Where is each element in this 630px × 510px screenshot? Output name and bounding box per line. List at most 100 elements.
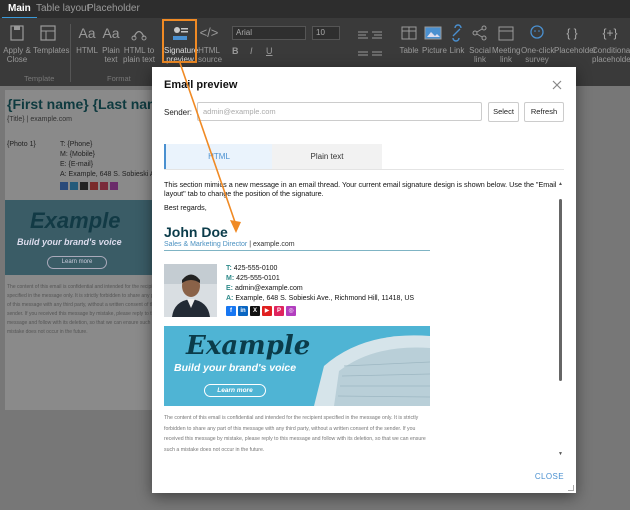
conditional-braces-icon: {+}: [602, 26, 618, 40]
preview-mobile: 425-555-0101: [236, 275, 280, 282]
instagram-icon[interactable]: ◎: [286, 306, 296, 316]
plain-text-mode-button[interactable]: Aa Plain text: [100, 22, 122, 64]
editor-signature-canvas: {First name} {Last name} {Title} | examp…: [5, 90, 247, 410]
bold-button[interactable]: B: [232, 46, 239, 56]
youtube-icon[interactable]: ▶: [262, 306, 272, 316]
bg-social-pinterest-icon: [100, 182, 108, 190]
bg-banner-tagline: Build your brand's voice: [17, 237, 122, 247]
tab-html[interactable]: HTML: [164, 144, 272, 169]
bg-social-facebook-icon: [60, 182, 68, 190]
preview-mobile-row: M: 425-555-0101: [226, 275, 280, 282]
bg-name-placeholder: {First name} {Last name}: [7, 96, 173, 112]
bg-disclaimer: The content of this email is confidentia…: [7, 284, 160, 335]
braces-icon: { }: [566, 26, 578, 40]
italic-button[interactable]: I: [250, 46, 253, 56]
conditional-placeholder-button[interactable]: {+} Conditional placeholder: [592, 22, 630, 64]
apply-close-button[interactable]: Apply & Close: [3, 22, 31, 64]
preview-title-line: Sales & Marketing Director | example.com: [164, 241, 430, 251]
calendar-icon: [492, 22, 520, 44]
bg-banner-image: Example Build your brand's voice Learn m…: [5, 200, 165, 275]
preview-mobile-label: M:: [226, 275, 235, 282]
close-button[interactable]: CLOSE: [535, 472, 564, 481]
close-icon[interactable]: [550, 78, 564, 92]
scroll-down-icon[interactable]: ▼: [558, 451, 563, 457]
meeting-link-button[interactable]: Meeting link: [492, 22, 520, 64]
bg-social-youtube-icon: [90, 182, 98, 190]
scrollbar-thumb[interactable]: [559, 199, 562, 381]
scroll-up-icon[interactable]: ▲: [558, 181, 563, 187]
preview-banner-image[interactable]: Example Build your brand's voice Learn m…: [164, 326, 430, 406]
picture-icon: [422, 22, 444, 44]
resize-handle-icon[interactable]: [568, 485, 574, 491]
linkedin-icon[interactable]: in: [238, 306, 248, 316]
table-icon: [398, 22, 420, 44]
sender-input[interactable]: [197, 102, 482, 121]
link-label: Link: [449, 46, 465, 55]
group-template-label: Template: [24, 74, 55, 83]
picture-label: Picture: [422, 46, 447, 55]
social-link-button[interactable]: Social link: [468, 22, 492, 64]
bg-social-x-icon: [80, 182, 88, 190]
preview-email: admin@example.com: [234, 285, 303, 292]
bg-photo-placeholder: {Photo 1}: [7, 141, 36, 148]
preview-address-row: A: Example, 648 S. Sobieski Ave., Richmo…: [226, 295, 414, 302]
html-to-plain-label: HTML to plain text: [123, 46, 156, 64]
html-mode-icon: Aa: [78, 25, 96, 41]
ribbon-divider: [70, 24, 71, 82]
facebook-icon[interactable]: f: [226, 306, 236, 316]
templates-label: Templates: [33, 46, 70, 55]
pinterest-icon[interactable]: P: [274, 306, 284, 316]
plain-text-label: Plain text: [102, 46, 120, 64]
ribbon-tab-bar: Main Table layout Placeholder: [0, 0, 630, 19]
bg-title-placeholder: {Title} | example.com: [7, 116, 72, 123]
social-link-label: Social link: [469, 46, 491, 64]
group-format-label: Format: [107, 74, 131, 83]
one-click-survey-button[interactable]: One-click survey: [521, 22, 554, 64]
preview-scrollbar[interactable]: ▲ ▼: [556, 181, 566, 457]
html-to-plain-button[interactable]: HTML to plain text: [123, 22, 155, 64]
plain-text-icon: Aa: [102, 25, 120, 41]
preview-intro-text: This section mimics a new message in an …: [164, 180, 557, 198]
code-icon: </>: [199, 25, 219, 40]
underline-button[interactable]: U: [266, 46, 273, 56]
preview-email-row: E: admin@example.com: [226, 285, 303, 292]
bg-social-linkedin-icon: [70, 182, 78, 190]
table-label: Table: [399, 46, 419, 55]
preview-disclaimer: The content of this email is confidentia…: [164, 415, 426, 453]
html-source-button[interactable]: </> HTML source: [198, 22, 223, 64]
placeholder-button[interactable]: { } Placeholder: [554, 22, 596, 55]
placeholder-label: Placeholder: [554, 46, 597, 55]
preview-phone-row: T: 425-555-0100: [226, 265, 277, 272]
link-icon: [446, 22, 468, 44]
email-preview-pane: This section mimics a new message in an …: [164, 177, 564, 460]
preview-name: John Doe: [164, 224, 228, 240]
preview-banner-button[interactable]: Learn more: [204, 384, 266, 397]
tab-plain-text[interactable]: Plain text: [272, 144, 382, 169]
font-size-select[interactable]: 10: [312, 26, 340, 40]
conditional-placeholder-label: Conditional placeholder: [592, 46, 630, 64]
tab-table-layout[interactable]: Table layout: [36, 0, 89, 18]
refresh-button[interactable]: Refresh: [524, 102, 564, 122]
link-button[interactable]: Link: [446, 22, 468, 55]
picture-button[interactable]: Picture: [422, 22, 447, 55]
email-preview-dialog: Email preview Sender: Select Refresh HTM…: [152, 67, 576, 493]
share-icon: [468, 22, 492, 44]
preview-regards: Best regards,: [164, 203, 207, 212]
signature-preview-highlight: [162, 19, 197, 63]
font-family-select[interactable]: Arial: [232, 26, 306, 40]
bg-mobile-placeholder: M: {Mobile}: [60, 151, 96, 158]
convert-icon: [123, 22, 155, 44]
tab-main[interactable]: Main: [2, 0, 37, 19]
html-mode-button[interactable]: Aa HTML: [76, 22, 98, 55]
dialog-title: Email preview: [164, 79, 238, 91]
select-button[interactable]: Select: [488, 102, 519, 122]
preview-avatar: [164, 264, 217, 317]
table-button[interactable]: Table: [398, 22, 420, 55]
preview-website: example.com: [252, 241, 295, 248]
tab-placeholder[interactable]: Placeholder: [87, 0, 140, 18]
save-icon: [3, 22, 31, 44]
html-source-label: HTML source: [198, 46, 223, 64]
bg-banner-brand: Example: [30, 208, 121, 233]
templates-button[interactable]: Templates: [33, 22, 69, 55]
x-icon[interactable]: X: [250, 306, 260, 316]
